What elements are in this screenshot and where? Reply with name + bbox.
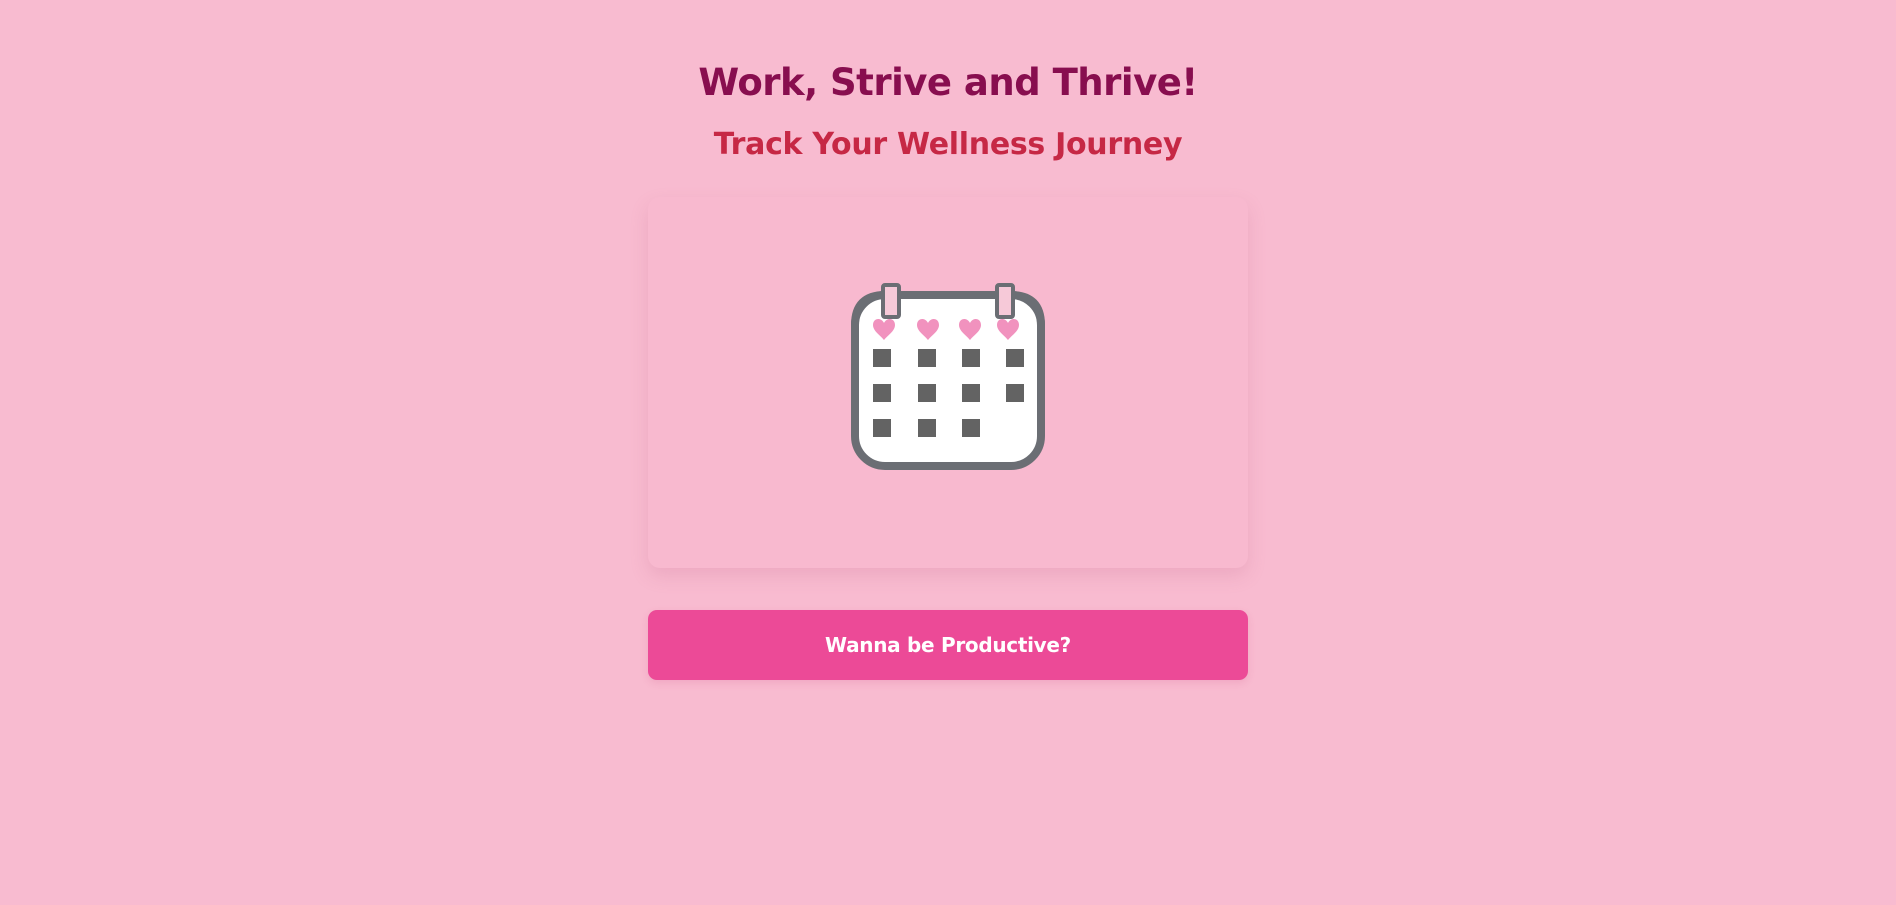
productive-button[interactable]: Wanna be Productive? [648,610,1248,680]
landing-page: Work, Strive and Thrive! Track Your Well… [0,0,1896,905]
illustration-card [648,197,1248,568]
calendar-hearts-icon [851,283,1045,470]
page-title: Work, Strive and Thrive! [698,61,1198,104]
page-subtitle: Track Your Wellness Journey [713,127,1183,162]
